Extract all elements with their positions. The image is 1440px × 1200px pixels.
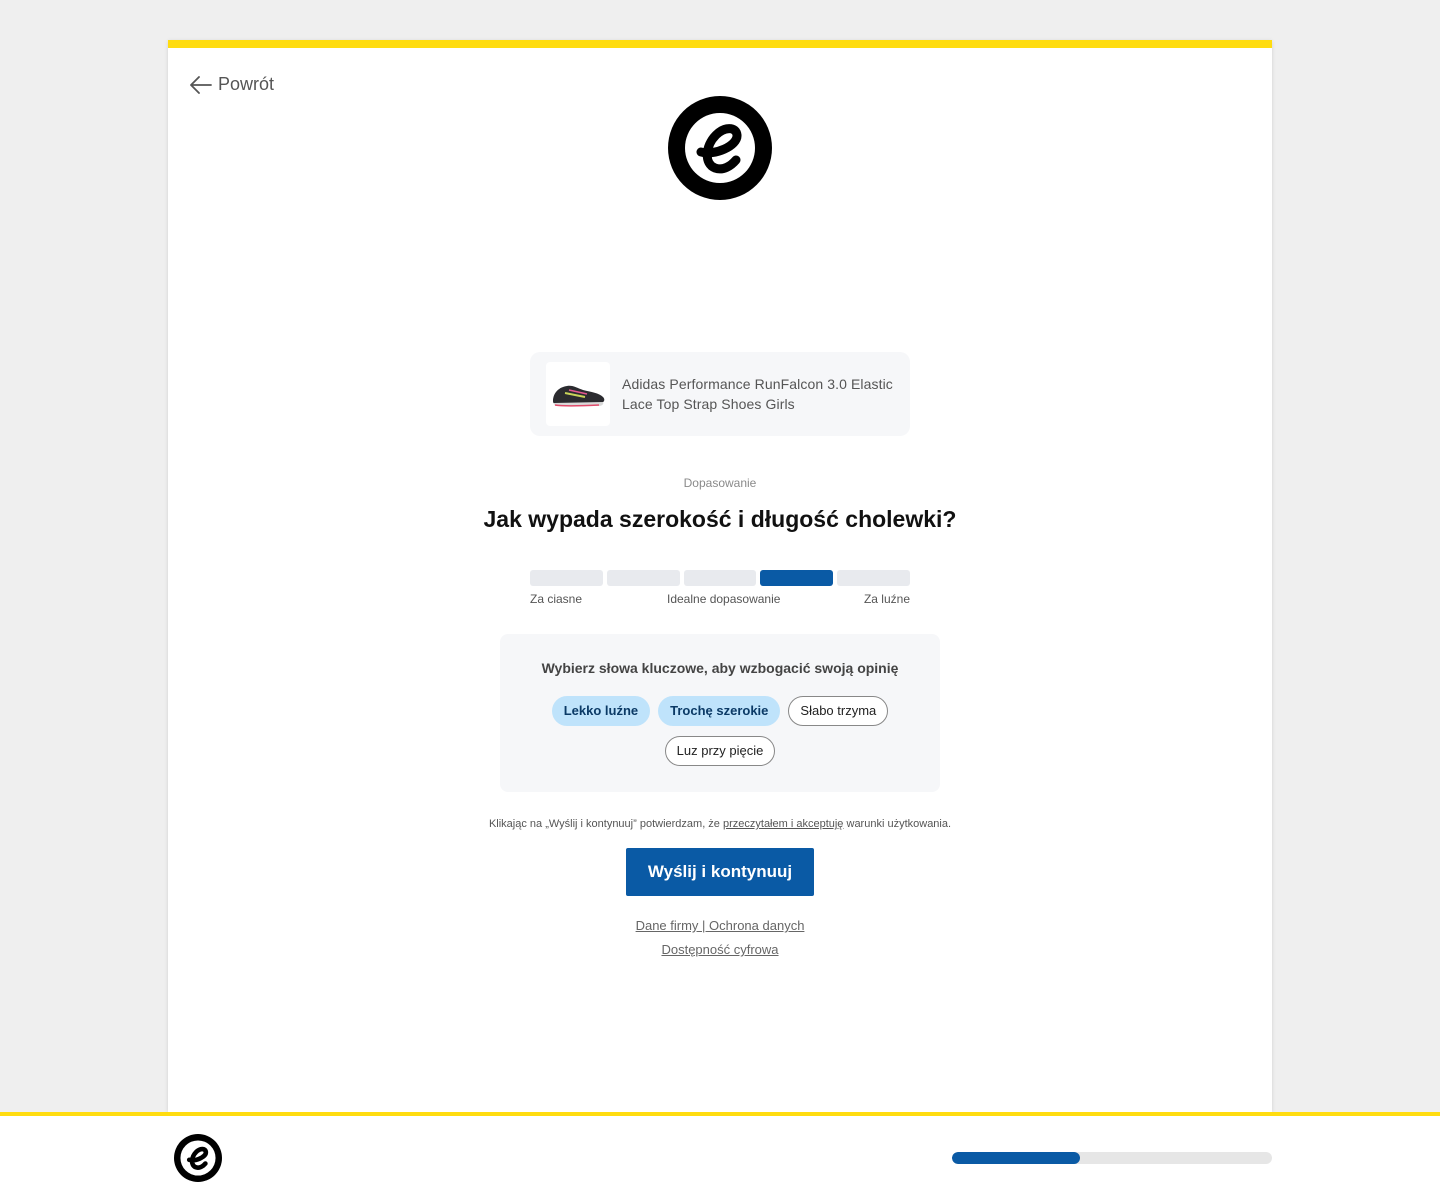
question-title: Jak wypada szerokość i długość cholewki? xyxy=(483,506,957,532)
terms-link[interactable]: przeczytałem i akceptuję xyxy=(723,818,843,830)
back-button[interactable]: Powrót xyxy=(190,74,274,95)
footer-links: Dane firmy | Ochrona danych Dostępność c… xyxy=(168,914,1272,962)
keyword-chip[interactable]: Słabo trzyma xyxy=(788,696,889,726)
progress-fill xyxy=(952,1152,1080,1164)
product-name: Adidas Performance RunFalcon 3.0 Elastic… xyxy=(622,376,893,412)
scale-label-center: Idealne dopasowanie xyxy=(667,592,781,606)
trusted-shops-logo xyxy=(668,96,772,200)
question-category: Dopasowanie xyxy=(683,476,757,490)
shoe-icon xyxy=(553,385,605,407)
progress-bar xyxy=(952,1152,1272,1164)
company-data-link[interactable]: Dane firmy | Ochrona danych xyxy=(636,918,805,933)
fit-scale-segment-1[interactable] xyxy=(530,570,603,586)
review-card: Powrót Adidas Performance RunFalcon 3.0 … xyxy=(168,40,1272,1112)
bottom-bar xyxy=(0,1112,1440,1200)
product-summary: Adidas Performance RunFalcon 3.0 Elastic… xyxy=(530,352,910,436)
trusted-shops-logo-small xyxy=(174,1134,222,1182)
fit-scale xyxy=(530,570,910,586)
fit-scale-segment-2[interactable] xyxy=(606,570,680,586)
keyword-chip[interactable]: Trochę szerokie xyxy=(658,696,781,726)
fit-scale-segment-3[interactable] xyxy=(683,570,757,586)
accessibility-link[interactable]: Dostępność cyfrowa xyxy=(661,942,778,957)
product-image xyxy=(546,362,610,426)
scale-label-left: Za ciasne xyxy=(530,592,583,606)
terms-notice: Klikając na „Wyślij i kontynuuj” potwier… xyxy=(488,818,952,830)
submit-continue-button[interactable]: Wyślij i kontynuuj xyxy=(626,848,814,896)
scale-label-right: Za luźne xyxy=(863,592,910,606)
keywords-title: Wybierz słowa kluczowe, aby wzbogacić sw… xyxy=(541,660,899,676)
keywords-panel: Wybierz słowa kluczowe, aby wzbogacić sw… xyxy=(500,634,940,792)
keyword-chips: Lekko luźne Trochę szerokie Słabo trzyma Lu… xyxy=(550,696,890,766)
arrow-left-icon xyxy=(190,75,212,94)
back-label: Powrót xyxy=(218,74,275,94)
keyword-chip[interactable]: Luz przy pięcie xyxy=(664,736,776,766)
fit-scale-segment-4[interactable] xyxy=(760,570,834,586)
fit-scale-segment-5[interactable] xyxy=(837,570,910,586)
keyword-chip[interactable]: Lekko luźne xyxy=(551,696,651,726)
